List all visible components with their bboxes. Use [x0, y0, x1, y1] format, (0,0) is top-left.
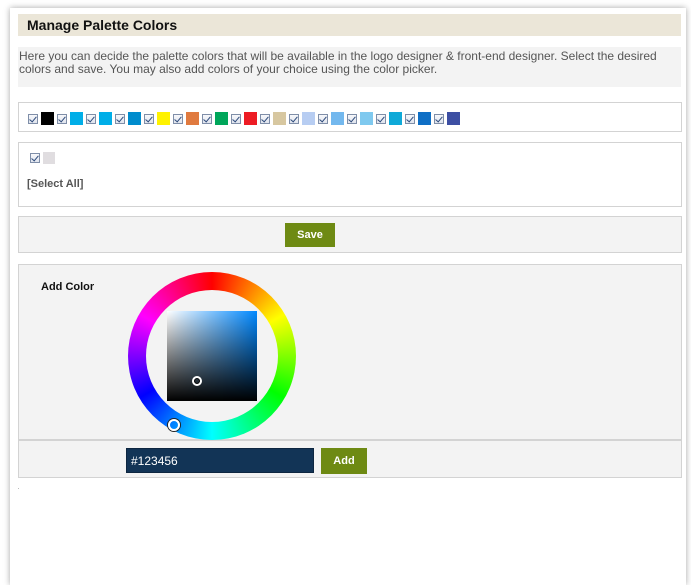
palette-swatch-checkbox[interactable]: [57, 113, 67, 124]
page-title: Manage Palette Colors: [18, 14, 681, 36]
add-color-label: Add Color: [41, 281, 95, 293]
palette-swatch-checkbox[interactable]: [202, 113, 212, 124]
save-row: Save: [18, 216, 682, 253]
palette-swatch-checkbox[interactable]: [318, 113, 328, 124]
palette-swatch-item: [318, 112, 344, 125]
select-all-link[interactable]: [Select All]: [27, 178, 83, 190]
palette-swatch-item: [144, 112, 170, 125]
palette-swatch-color: [302, 112, 315, 125]
palette-swatch-color: [389, 112, 402, 125]
palette-swatch-checkbox[interactable]: [115, 113, 125, 124]
palette-swatch-color: [215, 112, 228, 125]
divider: [18, 488, 19, 489]
palette-swatch-checkbox[interactable]: [405, 113, 415, 124]
palette-swatch-checkbox[interactable]: [260, 113, 270, 124]
manage-palette-panel: Manage Palette Colors Here you can decid…: [10, 8, 686, 585]
palette-swatch-color: [186, 112, 199, 125]
add-color-button[interactable]: Add: [321, 448, 367, 474]
palette-swatch-checkbox[interactable]: [28, 113, 38, 124]
palette-swatch-color: [41, 112, 54, 125]
palette-swatch-color: [447, 112, 460, 125]
custom-swatch-checkbox[interactable]: [30, 153, 40, 163]
palette-swatch-color: [128, 112, 141, 125]
saturation-value-handle[interactable]: [192, 376, 202, 386]
custom-colors-panel: [Select All]: [18, 142, 682, 207]
palette-swatch-item: [115, 112, 141, 125]
palette-swatch-color: [157, 112, 170, 125]
palette-swatch-color: [273, 112, 286, 125]
palette-swatch-item: [202, 112, 228, 125]
add-color-row: Add: [18, 440, 682, 478]
save-button[interactable]: Save: [285, 223, 335, 247]
palette-swatch-color: [331, 112, 344, 125]
saturation-value-square[interactable]: [167, 311, 257, 401]
custom-swatch-color: [43, 152, 55, 164]
palette-swatch-item: [405, 112, 431, 125]
color-picker-panel: Add Color: [18, 264, 682, 440]
palette-swatch-checkbox[interactable]: [173, 113, 183, 124]
palette-swatch-checkbox[interactable]: [231, 113, 241, 124]
palette-swatch-item: [173, 112, 199, 125]
palette-swatch-color: [99, 112, 112, 125]
intro-text: Here you can decide the palette colors t…: [18, 47, 681, 87]
palette-swatch-row: [18, 102, 682, 132]
palette-swatch-checkbox[interactable]: [376, 113, 386, 124]
hue-handle[interactable]: [168, 419, 180, 431]
palette-swatch-item: [57, 112, 83, 125]
palette-swatch-color: [360, 112, 373, 125]
hex-color-input[interactable]: [126, 448, 314, 473]
palette-swatch-checkbox[interactable]: [347, 113, 357, 124]
palette-swatch-item: [260, 112, 286, 125]
palette-swatch-checkbox[interactable]: [434, 113, 444, 124]
palette-swatch-checkbox[interactable]: [86, 113, 96, 124]
palette-swatch-color: [244, 112, 257, 125]
palette-swatch-color: [70, 112, 83, 125]
palette-swatch-item: [376, 112, 402, 125]
custom-swatch-item: [30, 152, 55, 164]
palette-swatch-color: [418, 112, 431, 125]
palette-swatch-list: [28, 112, 463, 125]
palette-swatch-item: [231, 112, 257, 125]
palette-swatch-checkbox[interactable]: [144, 113, 154, 124]
palette-swatch-item: [434, 112, 460, 125]
palette-swatch-item: [86, 112, 112, 125]
palette-swatch-item: [347, 112, 373, 125]
custom-swatch-list: [30, 152, 58, 164]
hue-wheel[interactable]: [128, 272, 296, 440]
palette-swatch-checkbox[interactable]: [289, 113, 299, 124]
palette-swatch-item: [28, 112, 54, 125]
palette-swatch-item: [289, 112, 315, 125]
